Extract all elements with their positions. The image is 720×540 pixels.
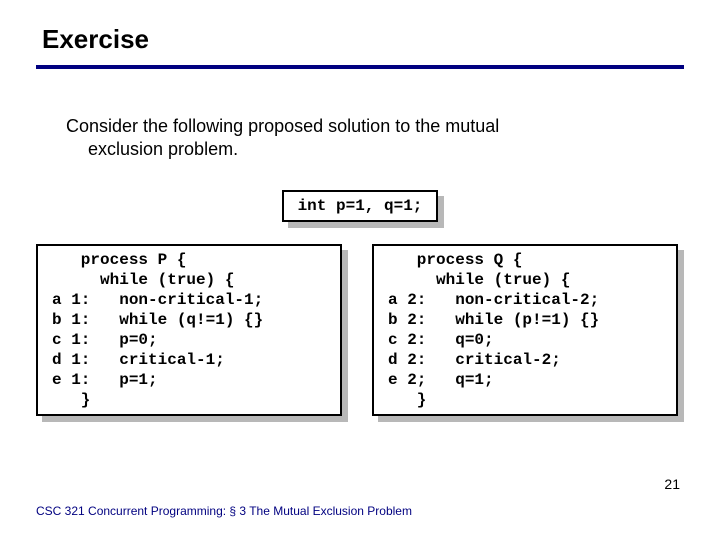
intro-text: Consider the following proposed solution…	[66, 115, 672, 160]
declaration-row: int p=1, q=1;	[36, 190, 684, 222]
title-rule	[36, 65, 684, 69]
page-title: Exercise	[42, 24, 684, 55]
page-number: 21	[664, 476, 680, 492]
intro-line-2: exclusion problem.	[88, 138, 672, 161]
declaration-codebox: int p=1, q=1;	[282, 190, 439, 222]
process-q-codebox: process Q { while (true) { a 2: non-crit…	[372, 244, 678, 416]
process-p-codebox: process P { while (true) { a 1: non-crit…	[36, 244, 342, 416]
intro-line-1: Consider the following proposed solution…	[66, 115, 672, 138]
footer-text: CSC 321 Concurrent Programming: § 3 The …	[36, 504, 412, 518]
slide: Exercise Consider the following proposed…	[0, 0, 720, 416]
process-row: process P { while (true) { a 1: non-crit…	[36, 244, 678, 416]
